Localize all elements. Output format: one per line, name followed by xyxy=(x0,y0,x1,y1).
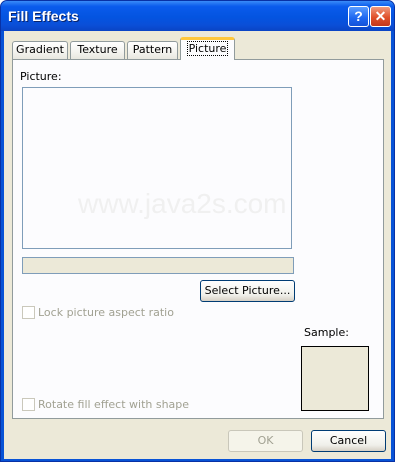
rotate-fill-checkbox[interactable] xyxy=(22,398,35,411)
tab-gradient[interactable]: Gradient xyxy=(12,41,68,59)
ok-label: OK xyxy=(257,434,274,447)
cancel-label: Cancel xyxy=(329,434,368,447)
select-picture-label: Select Picture... xyxy=(204,284,291,297)
tab-gradient-label: Gradient xyxy=(16,43,64,56)
help-icon: ? xyxy=(354,8,363,24)
tab-texture[interactable]: Texture xyxy=(70,41,125,59)
ok-button[interactable]: OK xyxy=(228,430,303,452)
picture-name-field xyxy=(22,257,294,274)
title-bar[interactable]: Fill Effects ? ✕ xyxy=(1,1,394,31)
tab-texture-label: Texture xyxy=(77,43,118,56)
tab-pattern-label: Pattern xyxy=(132,43,173,56)
window-title: Fill Effects xyxy=(8,8,79,24)
sample-preview xyxy=(301,346,369,411)
lock-aspect-checkbox[interactable] xyxy=(22,306,35,319)
dialog-client-area: Gradient Texture Pattern Picture Picture… xyxy=(4,31,391,459)
tab-picture[interactable]: Picture xyxy=(180,37,235,60)
lock-aspect-label: Lock picture aspect ratio xyxy=(38,306,174,319)
picture-label: Picture: xyxy=(20,70,62,83)
sample-label: Sample: xyxy=(304,326,349,339)
picture-tab-panel: Picture: www.java2s.com Select Picture..… xyxy=(12,59,384,419)
watermark-text: www.java2s.com xyxy=(78,188,287,219)
picture-preview: www.java2s.com xyxy=(22,87,292,249)
close-icon: ✕ xyxy=(374,8,387,24)
fill-effects-dialog: Fill Effects ? ✕ Gradient Texture Patter… xyxy=(0,0,395,462)
cancel-button[interactable]: Cancel xyxy=(311,430,386,452)
rotate-fill-label: Rotate fill effect with shape xyxy=(38,398,190,411)
help-button[interactable]: ? xyxy=(348,6,369,27)
tab-pattern[interactable]: Pattern xyxy=(127,41,178,59)
select-picture-button[interactable]: Select Picture... xyxy=(200,280,295,302)
tab-picture-label: Picture xyxy=(186,41,229,56)
close-button[interactable]: ✕ xyxy=(370,6,391,27)
